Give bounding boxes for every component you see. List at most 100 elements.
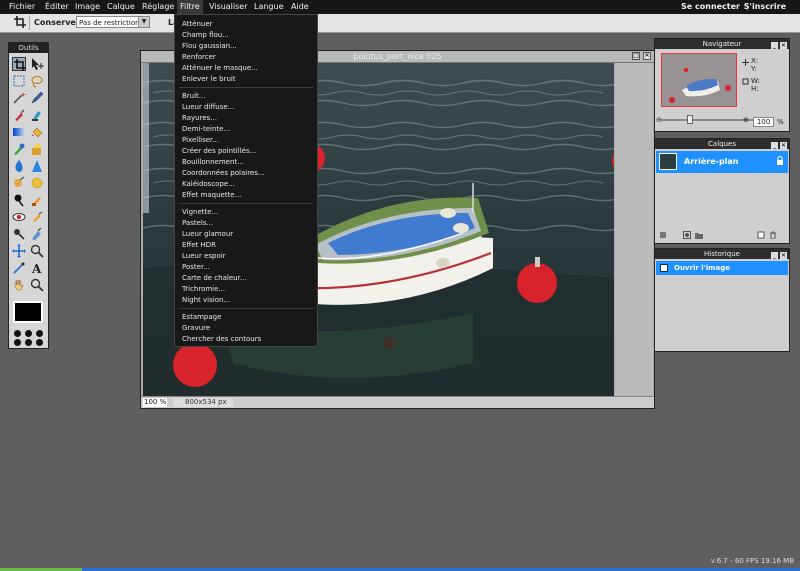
menu-item-attenuer[interactable]: Atténuer xyxy=(182,20,213,28)
menu-item-effet-maquette[interactable]: Effet maquette... xyxy=(182,191,241,199)
magic-wand-tool-icon[interactable] xyxy=(12,91,26,105)
trash-icon[interactable] xyxy=(769,231,777,239)
close-icon[interactable]: ✕ xyxy=(780,142,787,149)
menu-item-night-vision[interactable]: Night vision... xyxy=(182,296,230,304)
layer-row[interactable]: Arrière-plan xyxy=(656,151,788,173)
palette-dot[interactable] xyxy=(36,330,43,337)
sharpen-tool-icon[interactable] xyxy=(30,159,44,173)
menu-item-pastels[interactable]: Pastels... xyxy=(182,219,213,227)
menu-visualiser[interactable]: Visualiser xyxy=(209,2,247,11)
menu-item-demi-teinte[interactable]: Demi-teinte... xyxy=(182,125,230,133)
menu-item-poster[interactable]: Poster... xyxy=(182,263,210,271)
layer-style-icon[interactable] xyxy=(659,231,667,239)
burn-tool-icon[interactable] xyxy=(30,193,44,207)
menu-item-gravure[interactable]: Gravure xyxy=(182,324,210,332)
primary-color-swatch[interactable] xyxy=(13,301,43,323)
layer-toolbar xyxy=(657,231,787,241)
clone-stamp-tool-icon[interactable] xyxy=(30,108,44,122)
menu-item-bruit[interactable]: Bruit... xyxy=(182,92,205,100)
signup-link[interactable]: S'inscrire xyxy=(744,2,786,11)
zoom-input[interactable]: 100 xyxy=(753,117,774,127)
palette-dot[interactable] xyxy=(25,339,32,346)
menu-item-champ-flou[interactable]: Champ flou... xyxy=(182,31,229,39)
menu-item-coordonnees-polaires[interactable]: Coordonnées polaires... xyxy=(182,169,265,177)
menu-reglage[interactable]: Réglage xyxy=(142,2,174,11)
folder-icon[interactable] xyxy=(695,231,703,239)
sponge-tool-icon[interactable] xyxy=(30,176,44,190)
menu-item-lueur-diffuse[interactable]: Lueur diffuse... xyxy=(182,103,234,111)
drawing-tool-icon[interactable] xyxy=(30,142,44,156)
conserve-select[interactable]: Pas de restriction ▼ xyxy=(76,16,150,28)
maximize-icon[interactable]: □ xyxy=(632,52,640,60)
minimize-icon[interactable]: _ xyxy=(771,42,778,49)
menu-item-rayures[interactable]: Rayures... xyxy=(182,114,217,122)
menu-item-estampage[interactable]: Estampage xyxy=(182,313,221,321)
close-icon[interactable]: ✕ xyxy=(780,252,787,259)
menu-item-lueur-espoir[interactable]: Lueur espoir xyxy=(182,252,226,260)
menu-item-enlever-bruit[interactable]: Enlever le bruit xyxy=(182,75,236,83)
menu-image[interactable]: Image xyxy=(75,2,100,11)
palette-dot[interactable] xyxy=(25,330,32,337)
text-tool-icon[interactable]: A xyxy=(30,261,44,275)
magnifier-tool-icon[interactable] xyxy=(30,278,44,292)
smudge-tool-icon[interactable] xyxy=(12,176,26,190)
menu-item-pixelliser[interactable]: Pixelliser... xyxy=(182,136,219,144)
menu-filtre[interactable]: Filtre xyxy=(177,0,203,14)
palette-dot[interactable] xyxy=(36,339,43,346)
zoom-slider-handle[interactable] xyxy=(687,115,693,124)
menu-item-kaleidoscope[interactable]: Kaléidoscope... xyxy=(182,180,235,188)
zoom-level[interactable]: 100 % xyxy=(143,398,167,407)
dodge-tool-icon[interactable] xyxy=(12,193,26,207)
color-replace-tool-icon[interactable] xyxy=(12,142,26,156)
history-item[interactable]: Ouvrir l'image xyxy=(656,261,788,275)
menu-item-renforcer[interactable]: Renforcer xyxy=(182,53,216,61)
lock-icon[interactable] xyxy=(776,156,784,165)
close-icon[interactable]: ✕ xyxy=(780,42,787,49)
layer-mask-icon[interactable] xyxy=(683,231,691,239)
paint-bucket-tool-icon[interactable] xyxy=(30,125,44,139)
menu-fichier[interactable]: Fichier xyxy=(9,2,35,11)
menu-langue[interactable]: Langue xyxy=(254,2,284,11)
crop-tool-icon[interactable] xyxy=(12,57,26,71)
palette-dot[interactable] xyxy=(14,339,21,346)
close-icon[interactable]: ✕ xyxy=(643,52,651,60)
minimize-icon[interactable]: _ xyxy=(771,252,778,259)
menu-item-trichromie[interactable]: Trichromie... xyxy=(182,285,225,293)
line-tool-icon[interactable] xyxy=(12,261,26,275)
palette-dot[interactable] xyxy=(14,330,21,337)
menu-aide[interactable]: Aide xyxy=(291,2,309,11)
hand-tool-icon[interactable] xyxy=(12,278,26,292)
navigator-thumbnail[interactable] xyxy=(661,53,737,107)
color-picker-tool-icon[interactable] xyxy=(12,227,26,241)
menu-calque[interactable]: Calque xyxy=(107,2,135,11)
menu-item-chercher-contours[interactable]: Chercher des contours xyxy=(182,335,261,343)
lasso-tool-icon[interactable] xyxy=(30,74,44,88)
minimize-icon[interactable]: _ xyxy=(771,142,778,149)
bloat-tool-icon[interactable] xyxy=(30,210,44,224)
marquee-tool-icon[interactable] xyxy=(12,74,26,88)
menu-editer[interactable]: Éditer xyxy=(45,2,69,11)
menu-item-effet-hdr[interactable]: Effet HDR xyxy=(182,241,216,249)
login-link[interactable]: Se connecter xyxy=(681,2,740,11)
menu-item-pointilles[interactable]: Créer des pointillés... xyxy=(182,147,256,155)
menu-item-bouillonnement[interactable]: Bouillonnement... xyxy=(182,158,244,166)
red-eye-tool-icon[interactable] xyxy=(12,210,26,224)
hand-drag-tool-icon[interactable] xyxy=(12,244,26,258)
zoom-slider-track[interactable] xyxy=(661,119,753,121)
crop-icon[interactable] xyxy=(14,16,26,28)
blur-tool-icon[interactable] xyxy=(12,159,26,173)
zoom-tool-icon[interactable] xyxy=(30,244,44,258)
brush-tool-icon[interactable] xyxy=(12,108,26,122)
menu-item-vignette[interactable]: Vignette... xyxy=(182,208,218,216)
menu-item-carte-chaleur[interactable]: Carte de chaleur... xyxy=(182,274,246,282)
pencil-tool-icon[interactable] xyxy=(30,91,44,105)
pinch-tool-icon[interactable] xyxy=(30,227,44,241)
menu-item-flou-gaussian[interactable]: Flou gaussian... xyxy=(182,42,237,50)
menu-item-attenuer-masque[interactable]: Atténuer le masque... xyxy=(182,64,258,72)
vertical-scrollbar[interactable] xyxy=(615,63,653,397)
menu-item-lueur-glamour[interactable]: Lueur glamour xyxy=(182,230,233,238)
move-tool-icon[interactable] xyxy=(30,57,44,71)
zoom-in-icon[interactable]: ⊕ xyxy=(743,116,749,124)
gradient-tool-icon[interactable] xyxy=(12,125,26,139)
new-layer-icon[interactable] xyxy=(757,231,765,239)
